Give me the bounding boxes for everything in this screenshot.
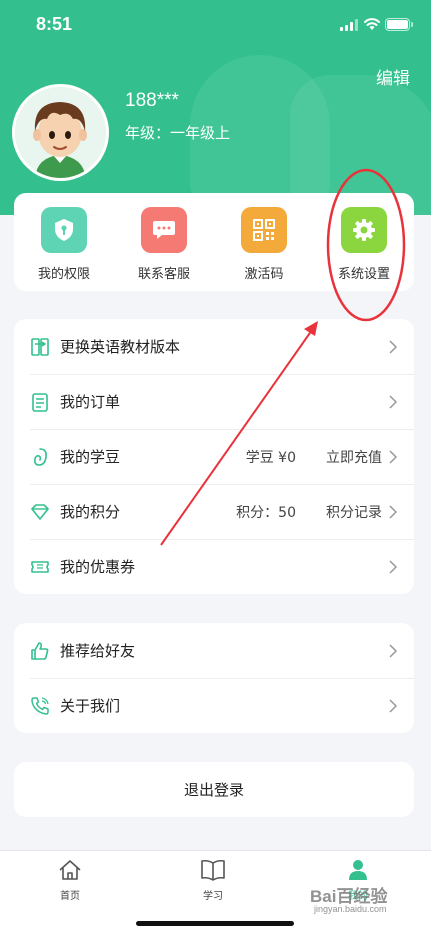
activation-code-button[interactable]: 激活码 <box>214 207 314 282</box>
quick-action-label: 联系客服 <box>137 267 190 282</box>
book-icon <box>201 859 225 881</box>
recharge-link[interactable]: 立即充值 <box>326 447 382 467</box>
row-label: 我的学豆 <box>60 448 121 466</box>
gear-icon <box>341 207 387 253</box>
system-settings-button[interactable]: 系统设置 <box>314 207 414 282</box>
points-balance: 积分：50 <box>236 504 296 521</box>
row-label: 我的订单 <box>60 393 121 411</box>
chevron-right-icon <box>389 559 398 574</box>
beans-balance: 学豆 ¥0 <box>245 449 296 466</box>
avatar[interactable] <box>12 84 109 181</box>
chevron-right-icon <box>389 643 398 658</box>
shield-key-icon <box>41 207 87 253</box>
battery-icon <box>385 18 413 31</box>
phone-icon <box>31 696 49 715</box>
my-coupons-row[interactable]: 我的优惠券 <box>14 539 414 594</box>
row-label: 推荐给好友 <box>60 642 136 660</box>
row-label: 我的积分 <box>60 503 121 521</box>
diamond-icon <box>31 503 49 520</box>
recommend-friends-row[interactable]: 推荐给好友 <box>14 623 414 678</box>
tab-label: 首页 <box>60 891 80 902</box>
account-menu-card: 更换英语教材版本 我的订单 我的学豆 学豆 ¥0 立即充值 我的积分 积分：50… <box>14 319 414 594</box>
watermark: Bai百经验 jingyan.baidu.com <box>300 882 425 922</box>
change-textbook-row[interactable]: 更换英语教材版本 <box>14 319 414 374</box>
points-history-link[interactable]: 积分记录 <box>326 502 382 522</box>
home-icon <box>59 860 81 880</box>
wifi-icon <box>364 18 380 30</box>
home-indicator <box>136 921 294 926</box>
chevron-right-icon <box>389 504 398 519</box>
tab-label: 学习 <box>203 891 223 902</box>
bean-icon <box>34 447 47 466</box>
my-points-row[interactable]: 我的积分 积分：50 积分记录 <box>14 484 414 539</box>
quick-action-label: 系统设置 <box>337 267 390 282</box>
my-permissions-button[interactable]: 我的权限 <box>14 207 114 282</box>
person-icon <box>349 860 367 880</box>
thumbs-up-icon <box>31 641 49 660</box>
username: 188*** <box>125 90 179 111</box>
swap-book-icon <box>31 337 49 356</box>
row-label: 更换英语教材版本 <box>60 338 181 356</box>
about-menu-card: 推荐给好友 关于我们 <box>14 623 414 733</box>
my-orders-row[interactable]: 我的订单 <box>14 374 414 429</box>
logout-button[interactable]: 退出登录 <box>14 762 414 817</box>
quick-actions-card: 我的权限 联系客服 激活码 系统设置 <box>14 193 414 291</box>
quick-action-label: 我的权限 <box>37 267 90 282</box>
chevron-right-icon <box>389 449 398 464</box>
row-label: 我的优惠券 <box>60 558 136 576</box>
grade-label: 年级：一年级上 <box>125 124 231 142</box>
chevron-right-icon <box>389 339 398 354</box>
chevron-right-icon <box>389 698 398 713</box>
quick-action-label: 激活码 <box>244 267 284 282</box>
tab-home[interactable]: 首页 <box>40 859 100 902</box>
about-us-row[interactable]: 关于我们 <box>14 678 414 733</box>
boy-avatar-icon <box>15 87 106 178</box>
qr-code-icon <box>241 207 287 253</box>
chat-bubble-icon <box>141 207 187 253</box>
coupon-icon <box>31 560 49 573</box>
row-label: 关于我们 <box>60 697 121 715</box>
tab-study[interactable]: 学习 <box>183 859 243 902</box>
my-beans-row[interactable]: 我的学豆 学豆 ¥0 立即充值 <box>14 429 414 484</box>
order-list-icon <box>32 392 48 412</box>
status-time: 8:51 <box>36 14 73 34</box>
signal-icon <box>340 19 359 31</box>
chevron-right-icon <box>389 394 398 409</box>
profile-header: 8:51 编辑 188*** 年级：一年级上 <box>0 0 431 215</box>
watermark-url: jingyan.baidu.com <box>314 904 387 914</box>
contact-support-button[interactable]: 联系客服 <box>114 207 214 282</box>
status-bar: 8:51 <box>0 0 431 50</box>
edit-profile-button[interactable]: 编辑 <box>376 64 410 89</box>
